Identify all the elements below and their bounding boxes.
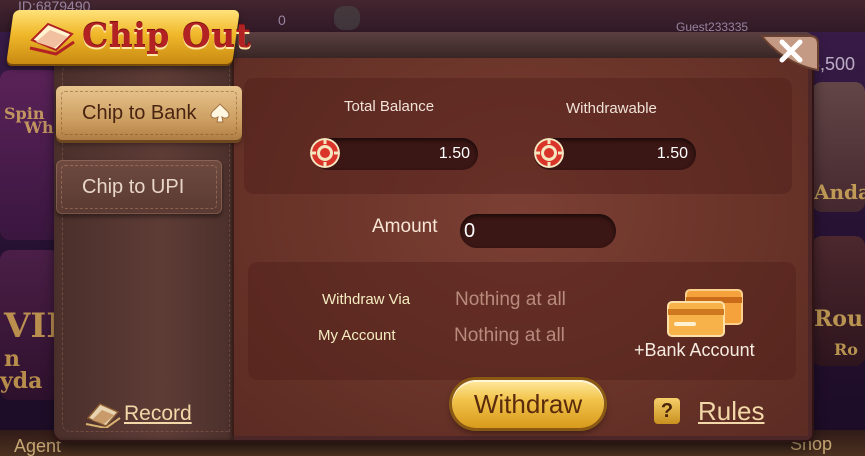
add-bank-account-label: +Bank Account: [634, 340, 755, 360]
question-icon: ?: [654, 398, 680, 424]
bank-card-icon: [667, 289, 743, 337]
record-icon: [85, 403, 121, 428]
spin-wheel-tile: [0, 70, 60, 240]
chip-icon: [534, 138, 564, 168]
withdrawable-label: Withdrawable: [566, 100, 657, 117]
tab-chip-to-bank[interactable]: Chip to Bank: [56, 86, 242, 140]
withdraw-via-value: Nothing at all: [455, 289, 566, 310]
spade-icon: [210, 103, 230, 123]
total-balance-value: 1.50: [438, 145, 470, 162]
total-balance-label: Total Balance: [344, 98, 435, 115]
close-button[interactable]: [756, 30, 822, 74]
withdrawable-value: 1.50: [656, 145, 688, 162]
withdraw-via-label: Withdraw Via: [322, 291, 411, 308]
agent-label: Agent: [14, 436, 62, 456]
dialog-title: Chip Out: [82, 16, 252, 55]
record-label: Record: [124, 402, 192, 425]
tile-label-rou: Rou: [814, 306, 863, 332]
tile-label-anda: Anda: [814, 180, 865, 204]
my-account-value: Nothing at all: [454, 325, 565, 346]
tab-label: Chip to UPI: [82, 175, 185, 198]
tab-chip-to-upi[interactable]: Chip to UPI: [56, 160, 222, 214]
tab-label: Chip to Bank: [82, 101, 197, 124]
withdraw-button[interactable]: Withdraw: [452, 380, 604, 428]
top-counter: 0: [278, 12, 286, 28]
amount-label: Amount: [372, 216, 438, 237]
close-icon: [760, 35, 819, 72]
chip-icon: [310, 138, 340, 168]
my-account-label: My Account: [318, 327, 396, 344]
tile-label-ro: Ro: [834, 340, 858, 359]
withdraw-button-label: Withdraw: [473, 388, 583, 419]
balance-section: [244, 78, 792, 194]
help-icon: [334, 6, 360, 30]
tile-label-yda: yda: [0, 368, 43, 394]
amount-input[interactable]: [460, 214, 616, 248]
chip-out-icon: [29, 22, 75, 56]
rules-link[interactable]: ? Rules: [654, 394, 774, 428]
add-bank-account-button[interactable]: +Bank Account: [628, 286, 774, 366]
rules-label: Rules: [698, 396, 765, 426]
dialog-title-badge: Chip Out: [6, 2, 251, 68]
dialog-top-edge: [232, 32, 812, 58]
